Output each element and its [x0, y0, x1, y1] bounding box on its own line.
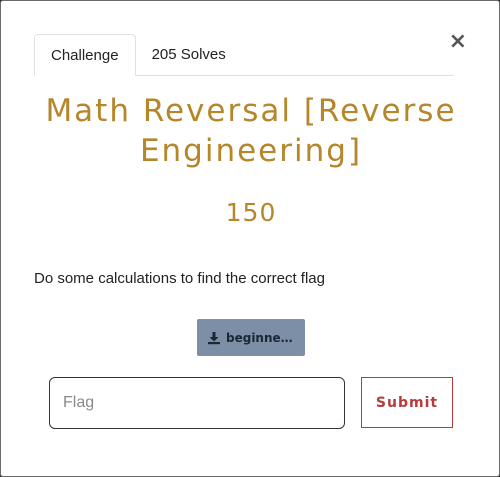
download-icon	[208, 331, 220, 344]
submit-button[interactable]: Submit	[361, 377, 453, 428]
flag-input[interactable]	[49, 377, 345, 429]
challenge-modal: × Challenge 205 Solves Math Reversal [Re…	[0, 0, 500, 477]
tab-bar: Challenge 205 Solves	[34, 34, 454, 76]
file-download-button[interactable]: beginnerR...	[197, 319, 305, 356]
tab-solves[interactable]: 205 Solves	[136, 34, 242, 74]
challenge-description: Do some calculations to find the correct…	[34, 270, 325, 287]
tab-challenge[interactable]: Challenge	[34, 34, 136, 76]
challenge-points: 150	[225, 198, 277, 227]
challenge-title: Math Reversal [Reverse Engineering]	[45, 93, 457, 169]
file-name: beginnerR...	[226, 330, 298, 345]
